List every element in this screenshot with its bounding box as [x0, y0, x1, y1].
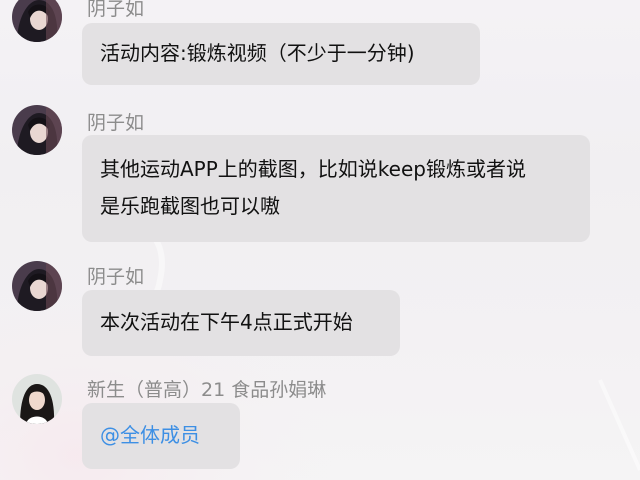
chat-message: 阴子如 活动内容:锻炼视频（不少于一分钟): [0, 0, 640, 100]
avatar-anime-dark-icon: [12, 261, 62, 311]
message-text-line: 是乐跑截图也可以嗷: [100, 194, 280, 218]
avatar-anime-dark-icon: [12, 0, 62, 42]
message-bubble[interactable]: 其他运动APP上的截图，比如说keep锻炼或者说 是乐跑截图也可以嗷: [82, 135, 590, 242]
chat-message: 新生（普高）21 食品孙娟琳 @全体成员: [0, 365, 640, 480]
message-bubble[interactable]: 活动内容:锻炼视频（不少于一分钟): [82, 23, 480, 85]
message-text-line: 其他运动APP上的截图，比如说keep锻炼或者说: [100, 157, 526, 181]
sender-name: 阴子如: [87, 266, 145, 288]
chat-message: 阴子如 其他运动APP上的截图，比如说keep锻炼或者说 是乐跑截图也可以嗷: [0, 100, 640, 250]
sender-name: 新生（普高）21 食品孙娟琳: [87, 379, 327, 401]
sender-avatar[interactable]: [12, 105, 62, 155]
sender-avatar[interactable]: [12, 0, 62, 42]
avatar-anime-dark-icon: [12, 105, 62, 155]
sender-name: 阴子如: [87, 0, 145, 20]
sender-avatar[interactable]: [12, 261, 62, 311]
chat-message: 阴子如 本次活动在下午4点正式开始: [0, 250, 640, 365]
mention-all-members[interactable]: @全体成员: [100, 417, 222, 454]
message-bubble[interactable]: 本次活动在下午4点正式开始: [82, 290, 400, 356]
message-bubble[interactable]: @全体成员: [82, 403, 240, 469]
sender-name: 阴子如: [87, 112, 145, 134]
message-text: 活动内容:锻炼视频（不少于一分钟): [100, 41, 415, 65]
sender-avatar[interactable]: [12, 374, 62, 424]
avatar-photo-girl-icon: [12, 374, 62, 424]
message-text: 本次活动在下午4点正式开始: [100, 310, 353, 334]
